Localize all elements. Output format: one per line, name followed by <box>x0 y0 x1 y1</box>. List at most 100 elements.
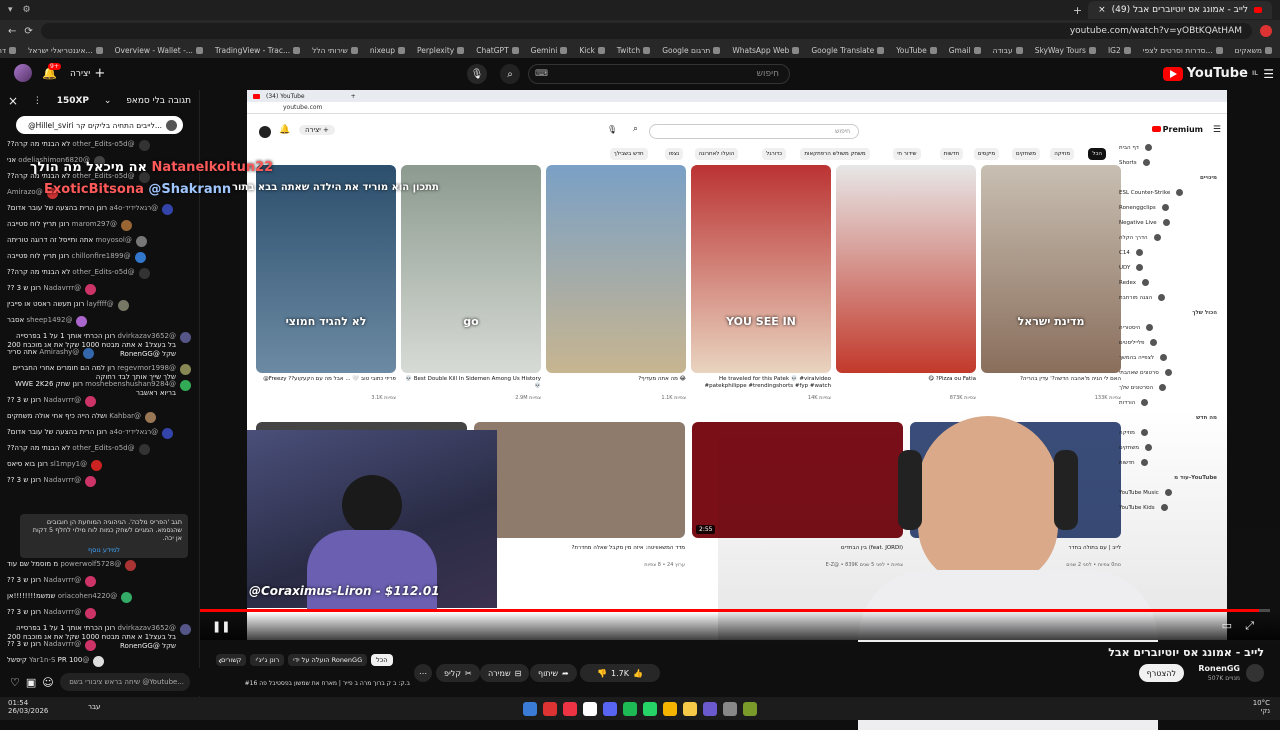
bookmark-item[interactable]: משאקים <box>1235 46 1272 55</box>
xp-badge[interactable]: 150XP <box>57 96 89 106</box>
chat-input[interactable]: שיחה בראש ציבורי בשם @Youtube... <box>59 673 190 691</box>
chat-message[interactable]: @other_Edits-o5d לא הבנתי מה קרה?? <box>7 268 191 279</box>
chat-message[interactable]: @Nadavrrr רונן ש 3 ?? <box>7 476 191 487</box>
chat-message[interactable]: @powerwolf5728 מ מוסמל שם עוד <box>7 560 191 571</box>
bookmark-item[interactable]: TradingView - Trac... <box>215 46 301 55</box>
bookmark-item[interactable]: עבודה <box>993 46 1023 55</box>
profile-icon[interactable] <box>1260 25 1272 37</box>
search-button[interactable]: ⌕ <box>500 64 520 84</box>
app-icon[interactable] <box>663 701 677 716</box>
emoji-icon[interactable]: ☺ <box>42 676 53 689</box>
sticker-icon[interactable]: ▣ <box>26 676 36 689</box>
youtube-logo[interactable]: YouTube IL <box>1162 66 1258 81</box>
channel-avatar[interactable] <box>1246 664 1264 682</box>
clip-button[interactable]: קליפ ✂ <box>436 664 480 682</box>
learn-more-link[interactable]: למידע נוסף <box>26 546 182 554</box>
bookmark-item[interactable]: דרך ברב - דיגיד חדיה <box>0 46 17 55</box>
bookmark-item[interactable]: Twitch <box>617 46 651 55</box>
bookmark-item[interactable]: סדרות וסרטים לצפי... <box>1143 46 1223 55</box>
chat-message[interactable]: @sheep1492 אסבר <box>7 316 191 327</box>
close-tab-icon[interactable]: × <box>1098 5 1106 15</box>
app-icon[interactable] <box>523 701 537 716</box>
related-chip[interactable]: רונן ג'יג'י <box>250 654 285 666</box>
app-icon[interactable] <box>643 701 657 716</box>
pinned-message[interactable]: @Hillel_sviri לייבים התחיה בליקים קר... <box>16 116 183 134</box>
more-actions-button[interactable]: ⋯ <box>414 664 432 682</box>
bookmark-item[interactable]: Gemini <box>531 46 568 55</box>
save-button[interactable]: שמירה ⊟ <box>480 664 530 682</box>
new-tab-button[interactable]: + <box>1073 4 1082 17</box>
chat-title[interactable]: תגובה בלי סמאפ <box>126 96 191 106</box>
bookmark-item[interactable]: Gmail <box>949 46 981 55</box>
channel-name[interactable]: RonenGG <box>1198 664 1240 673</box>
chat-message[interactable]: @sl1mpy1 רונן בוא סיאס <box>7 460 191 471</box>
chat-message[interactable]: @Nadavrrr רונן ש 3 ?? <box>7 576 191 587</box>
lang-indicator[interactable]: עבר <box>88 703 100 711</box>
chat-message[interactable]: @Yar1n-S PR 100 קיפשל <box>7 656 191 667</box>
bookmark-item[interactable]: Kick <box>579 46 605 55</box>
chat-message[interactable]: @regevmor1998 רון למה הם חומרים אחרי החב… <box>7 364 191 382</box>
weather-widget[interactable]: 10°C נקי <box>1253 699 1270 716</box>
app-icon[interactable] <box>623 701 637 716</box>
chat-message[interactable]: @moyosol אתה ותייסל זה דרוגה טוריתה <box>7 236 191 247</box>
bookmark-item[interactable]: nixeup <box>370 46 406 55</box>
bookmark-item[interactable]: Perplexity <box>417 46 465 55</box>
like-icon[interactable]: 👍 <box>633 669 643 678</box>
app-icon[interactable] <box>743 701 757 716</box>
like-dislike-group[interactable]: 👎 1.7K 👍 <box>580 664 660 682</box>
dislike-icon[interactable]: 👎 <box>597 669 607 678</box>
related-chip[interactable]: הכל <box>371 654 393 666</box>
create-button[interactable]: יצירה + <box>70 66 105 81</box>
app-icon[interactable] <box>683 701 697 716</box>
app-icon[interactable] <box>703 701 717 716</box>
bookmark-item[interactable]: Google Translate <box>811 46 885 55</box>
active-tab[interactable]: × (49) לייב - אמונג אס יוטיוברים אבל <box>1088 1 1272 19</box>
back-icon[interactable]: ← <box>8 26 16 37</box>
chat-message[interactable]: @moshebenshushan9284 רונן שחק WWE 2K26 ב… <box>7 380 191 398</box>
chat-message[interactable]: @רגאלידיד-a4o רונן הרית בהצעה של עובר אד… <box>7 428 191 439</box>
chat-message[interactable]: @marom297 רונן תריץ לוח סטייבה <box>7 220 191 231</box>
bookmark-item[interactable]: SkyWay Tours <box>1035 46 1096 55</box>
bookmark-item[interactable]: שירותי הלל <box>312 46 358 55</box>
chat-message[interactable]: @Nadavrrr רונן ש 3 ?? <box>7 608 191 619</box>
bookmark-item[interactable]: Google תרגום <box>662 46 721 55</box>
chat-message[interactable]: @layffff רונן תעשה ראסט או פייבין <box>7 300 191 311</box>
address-bar[interactable]: youtube.com/watch?v=yOBtKQAtHAM <box>40 23 1252 39</box>
chevron-left-icon[interactable]: ‹ <box>218 656 222 667</box>
related-chip[interactable]: הועלה על ידי RonenGG <box>288 654 368 666</box>
bookmark-item[interactable]: WhatsApp Web <box>732 46 800 55</box>
search-input[interactable]: ⌨ חיפוש <box>528 64 790 84</box>
chat-message[interactable]: @Nadavrrr רונן ש 3 ?? <box>7 284 191 295</box>
share-button[interactable]: שיתוף ➦ <box>530 664 577 682</box>
bookmark-item[interactable]: Overview - Wallet -... <box>115 46 203 55</box>
menu-icon[interactable]: ▾ <box>8 5 13 15</box>
chat-message[interactable]: @Amirashy אתה סריר <box>7 348 191 359</box>
bookmark-item[interactable]: ChatGPT <box>476 46 519 55</box>
settings-icon[interactable]: ⚙ <box>23 5 31 15</box>
chat-message[interactable]: @רגאלידיד-a4o רונן הרית בהצעה של עובר אד… <box>7 204 191 215</box>
chat-message[interactable]: @Kahbar ושלה הייה כיף אחי אולה משחקים <box>7 412 191 423</box>
chat-message[interactable]: @other_Edits-o5d לא הבנתי מה קרה?? <box>7 444 191 455</box>
chat-message[interactable]: @Nadavrrr רונן ש 3 ?? <box>7 640 191 651</box>
more-icon[interactable]: ⋮ <box>33 96 42 106</box>
progress-bar[interactable] <box>200 609 1270 612</box>
menu-icon[interactable]: ☰ <box>1263 67 1274 81</box>
chat-message[interactable]: @other_Edits-o5d לא הבנתי מה קרה?? <box>7 140 191 151</box>
pause-icon[interactable]: ❚❚ <box>212 620 230 633</box>
avatar[interactable] <box>14 64 32 82</box>
chat-message[interactable]: @oriacohen4220 שמשמ!!!!!!!!אן <box>7 592 191 603</box>
bookmark-item[interactable]: IG2 <box>1108 46 1131 55</box>
chat-message[interactable]: @chillonfire1899 רונן תריץ לוח פטייבה <box>7 252 191 263</box>
app-icon[interactable] <box>563 701 577 716</box>
bookmark-item[interactable]: איגנטריאלי ישראל... <box>28 46 103 55</box>
notifications-button[interactable]: 🔔 9+ <box>42 63 61 80</box>
theater-icon[interactable]: ▭ <box>1222 619 1232 632</box>
next-video[interactable]: ב.ק: ב ק ברוך מרה ב פייר | מארח את שמשון… <box>210 680 410 698</box>
app-icon[interactable] <box>583 701 597 716</box>
reload-icon[interactable]: ⟳ <box>24 26 32 37</box>
chat-message[interactable]: @Nadavrrr רונן ש 3 ?? <box>7 396 191 407</box>
bookmark-item[interactable]: YouTube <box>896 46 937 55</box>
app-icon[interactable] <box>603 701 617 716</box>
close-icon[interactable]: × <box>8 94 18 108</box>
chevron-down-icon[interactable]: ⌄ <box>104 96 112 106</box>
